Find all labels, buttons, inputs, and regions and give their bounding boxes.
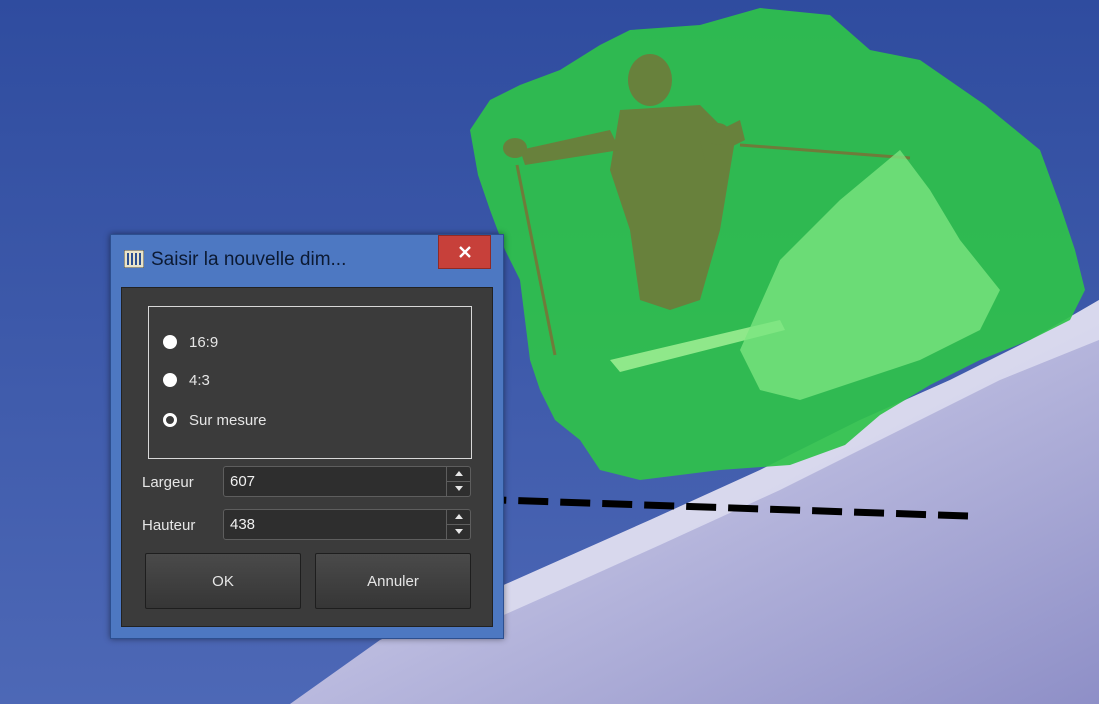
height-spinbox[interactable]: 438 <box>223 509 471 540</box>
height-decrement[interactable] <box>447 525 470 540</box>
height-value[interactable]: 438 <box>230 516 255 533</box>
chevron-down-icon <box>454 529 463 535</box>
height-increment[interactable] <box>447 510 470 525</box>
resize-dialog: Saisir la nouvelle dim... 16:9 4:3 Sur m… <box>110 234 504 639</box>
radio-button[interactable] <box>163 373 177 387</box>
radio-label-16-9: 16:9 <box>189 333 219 351</box>
radio-button[interactable] <box>163 335 177 349</box>
chevron-up-icon <box>454 471 463 477</box>
radio-label-custom: Sur mesure <box>189 411 267 429</box>
radio-16-9[interactable]: 16:9 <box>163 331 218 353</box>
width-value[interactable]: 607 <box>230 473 255 490</box>
height-spin-arrows <box>446 510 470 539</box>
width-spinbox[interactable]: 607 <box>223 466 471 497</box>
radio-custom[interactable]: Sur mesure <box>163 409 267 431</box>
close-icon <box>458 246 471 258</box>
title-bar[interactable]: Saisir la nouvelle dim... <box>111 235 503 287</box>
radio-label-4-3: 4:3 <box>189 371 210 389</box>
ok-button[interactable]: OK <box>145 553 301 609</box>
width-increment[interactable] <box>447 467 470 482</box>
height-label: Hauteur <box>142 517 196 534</box>
width-decrement[interactable] <box>447 482 470 497</box>
dialog-title: Saisir la nouvelle dim... <box>151 249 347 270</box>
radio-4-3[interactable]: 4:3 <box>163 369 210 391</box>
dialog-body: 16:9 4:3 Sur mesure Largeur 607 Hauteur … <box>121 287 493 627</box>
chevron-down-icon <box>454 486 463 492</box>
aspect-ratio-group: 16:9 4:3 Sur mesure <box>148 306 472 459</box>
close-button[interactable] <box>438 235 491 269</box>
cancel-button[interactable]: Annuler <box>315 553 471 609</box>
width-label: Largeur <box>142 474 194 491</box>
chevron-up-icon <box>454 514 463 520</box>
width-spin-arrows <box>446 467 470 496</box>
radio-button-selected[interactable] <box>163 413 177 427</box>
film-strip-icon <box>124 250 144 268</box>
